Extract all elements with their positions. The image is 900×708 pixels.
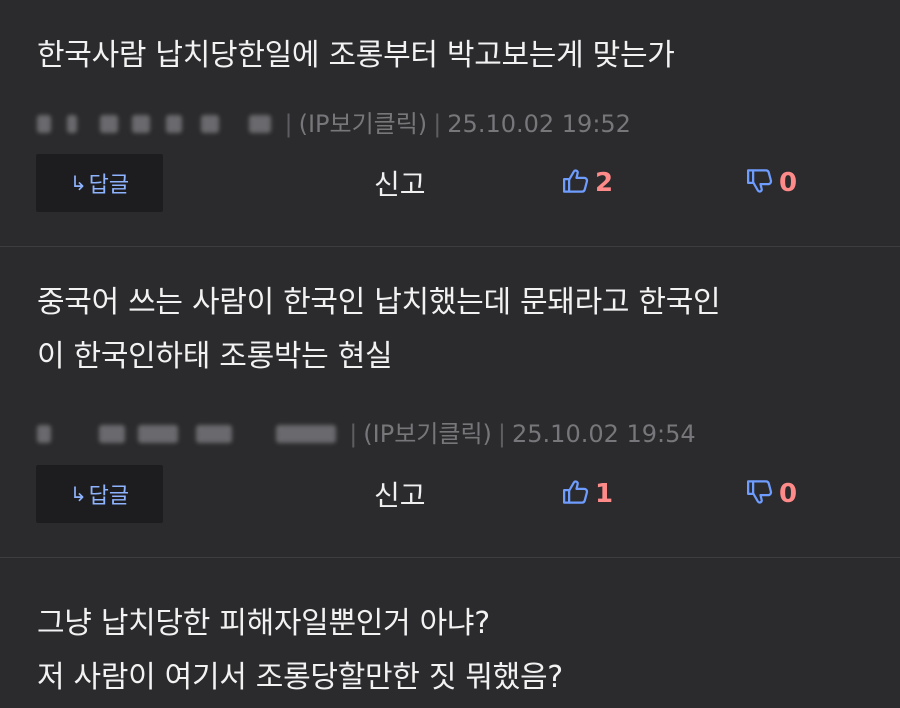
comment-text-line: 저 사람이 여기서 조롱당할만한 짓 뭐했음?: [37, 660, 563, 695]
comment-meta: | (IP보기클릭) | 25.10.02 19:54: [37, 414, 696, 449]
author-name-redacted: [37, 110, 278, 138]
reply-button[interactable]: ↳ 답글: [36, 154, 163, 212]
comment-item: 중국어 쓰는 사람이 한국인 납치했는데 문돼라고 한국인 이 한국인하태 조롱…: [0, 247, 900, 558]
comment-item: 그냥 납치당한 피해자일뿐인거 아냐? 저 사람이 여기서 조롱당할만한 짓 뭐…: [0, 558, 900, 708]
comment-text-line: 이 한국인하태 조롱박는 현실: [37, 339, 393, 374]
like-count: 2: [595, 168, 614, 198]
ip-view-link[interactable]: (IP보기클릭): [299, 110, 428, 138]
comment-timestamp: 25.10.02 19:52: [447, 110, 631, 138]
reply-button-label: 답글: [88, 484, 130, 509]
author-name-redacted: [37, 420, 343, 448]
comment-text: 중국어 쓰는 사람이 한국인 납치했는데 문돼라고 한국인 이 한국인하태 조롱…: [37, 276, 721, 384]
comment-text: 그냥 납치당한 피해자일뿐인거 아냐? 저 사람이 여기서 조롱당할만한 짓 뭐…: [37, 597, 563, 705]
dislike-button[interactable]: 0: [745, 477, 797, 511]
reply-button[interactable]: ↳ 답글: [36, 465, 163, 523]
like-count: 1: [595, 479, 614, 509]
dislike-count: 0: [779, 168, 798, 198]
comment-text-line: 한국사람 납치당한일에 조롱부터 박고보는게 맞는가: [37, 38, 675, 73]
comment-text: 한국사람 납치당한일에 조롱부터 박고보는게 맞는가: [37, 29, 675, 83]
comment-item: 한국사람 납치당한일에 조롱부터 박고보는게 맞는가 | (IP보기클릭) | 25.…: [0, 0, 900, 247]
like-button[interactable]: 1: [561, 477, 613, 511]
report-button[interactable]: 신고: [374, 163, 426, 203]
meta-divider: |: [497, 420, 506, 448]
like-button[interactable]: 2: [561, 166, 613, 200]
dislike-button[interactable]: 0: [745, 166, 797, 200]
comment-text-line: 그냥 납치당한 피해자일뿐인거 아냐?: [37, 606, 490, 641]
thumbs-down-icon: [745, 166, 775, 200]
thumbs-up-icon: [561, 477, 591, 511]
comment-meta: | (IP보기클릭) | 25.10.02 19:52: [37, 104, 631, 139]
ip-view-link[interactable]: (IP보기클릭): [363, 420, 492, 448]
thumbs-down-icon: [745, 477, 775, 511]
reply-button-label: 답글: [88, 173, 130, 198]
comment-timestamp: 25.10.02 19:54: [512, 420, 696, 448]
reply-arrow-icon: ↳: [69, 171, 87, 195]
meta-divider: |: [284, 110, 293, 138]
meta-divider: |: [433, 110, 442, 138]
dislike-count: 0: [779, 479, 798, 509]
thumbs-up-icon: [561, 166, 591, 200]
meta-divider: |: [349, 420, 358, 448]
report-button[interactable]: 신고: [374, 474, 426, 514]
reply-arrow-icon: ↳: [69, 482, 87, 506]
comment-text-line: 중국어 쓰는 사람이 한국인 납치했는데 문돼라고 한국인: [37, 285, 721, 320]
